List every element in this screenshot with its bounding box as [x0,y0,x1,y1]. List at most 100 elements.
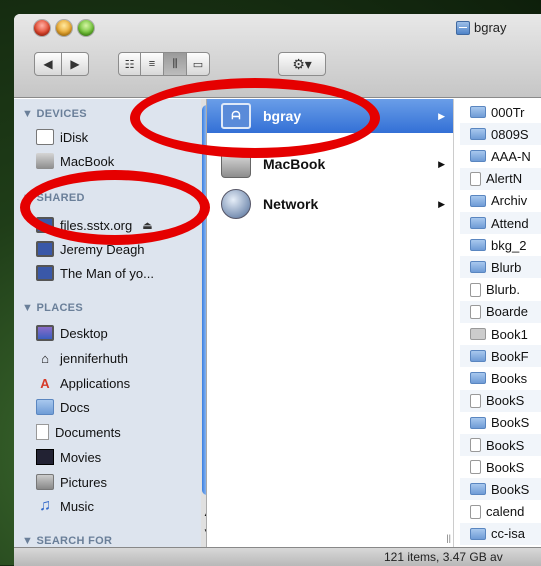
document-icon [470,171,481,186]
file-row[interactable]: Boarde [460,300,541,323]
disclosure-arrow-icon: ▶ [438,158,445,169]
sidebar-item-desktop[interactable]: Desktop [36,322,108,344]
file-row[interactable]: BookS [460,434,541,456]
document-icon [36,424,49,440]
document-icon [470,460,481,475]
file-row[interactable]: 0809S [460,123,541,146]
file-label: Book1 [491,326,528,342]
minimize-button[interactable] [56,20,72,36]
file-row[interactable]: BookS [460,456,541,478]
sidebar-item-documents[interactable]: Documents [36,421,121,443]
document-icon [470,504,481,519]
folder-icon [470,194,486,207]
location-label: Network [263,196,319,212]
search-for-header[interactable]: ▼ SEARCH FOR [22,535,112,547]
sidebar-item-label: Music [60,498,94,514]
sidebar-item-docs[interactable]: Docs [36,396,90,418]
sidebar-item-label: Pictures [60,474,107,490]
icon-view-button[interactable]: ☷ [118,52,141,76]
applications-icon: A [40,375,50,391]
file-row[interactable]: Archiv [460,190,541,212]
sidebar-item-music[interactable]: ♫ Music [36,495,94,517]
column-view-button[interactable]: ⫼ [164,52,187,76]
document-icon [470,282,481,297]
folder-icon [470,372,486,385]
close-button[interactable] [34,20,50,36]
file-row[interactable]: AlertN [460,167,541,190]
document-icon [470,438,481,452]
film-icon [36,449,54,465]
file-label: Blurb. [486,282,520,298]
column-resize-handle[interactable]: || [446,533,451,543]
file-row[interactable]: bkg_2 [460,234,541,256]
list-view-button[interactable]: ≡ [141,52,164,76]
sidebar-item-home[interactable]: ⌂ jenniferhuth [36,347,128,369]
file-row[interactable]: Blurb [460,256,541,279]
file-label: AAA-N [491,148,531,164]
monitor-icon [36,265,54,281]
file-row[interactable]: Attend [460,212,541,234]
folder-icon [36,399,54,415]
file-label: cc-isa [491,526,525,542]
sidebar-item-pictures[interactable]: Pictures [36,471,107,493]
places-header[interactable]: ▼ PLACES [22,302,83,314]
file-row[interactable]: Blurb. [460,279,541,301]
window-title: bgray [456,20,507,35]
folder-icon [470,527,486,540]
sidebar-item-label: Movies [60,449,102,465]
forward-button[interactable]: ▶ [61,52,89,76]
location-label: MacBook [263,156,326,172]
file-label: bkg_2 [491,237,527,253]
folder-icon [470,150,486,163]
file-row[interactable]: BookS [460,389,541,412]
file-row[interactable]: 000Tr [460,101,541,123]
sidebar-item-label: Docs [60,399,90,415]
window-title-text: bgray [474,20,507,35]
coverflow-view-button[interactable]: ▭ [187,52,210,76]
sidebar-item-applications[interactable]: A Applications [36,372,130,394]
file-row[interactable]: Book1 [460,323,541,345]
folder-icon [470,106,486,118]
folder-icon [470,350,486,363]
action-gear-button[interactable]: ⚙▾ [278,52,326,76]
sidebar-item-label: iDisk [60,129,89,145]
sidebar-item-label: Documents [55,424,121,440]
file-label: Blurb [491,259,522,275]
file-row[interactable]: BookS [460,412,541,434]
file-label: BookS [486,459,525,475]
folder-icon [470,239,486,252]
file-row[interactable]: Books [460,367,541,389]
status-text: 121 items, 3.47 GB av [384,550,503,564]
sidebar-item-label: MacBook [60,153,115,169]
folder-icon [470,328,486,340]
file-row[interactable]: BookS [460,478,541,501]
file-row[interactable]: cc-isa [460,522,541,545]
folder-icon [470,217,486,229]
back-button[interactable]: ◀ [34,52,62,76]
sidebar-item-movies[interactable]: Movies [36,446,101,468]
zoom-button[interactable] [78,20,94,36]
desktop-icon [36,325,54,341]
sidebar-item-idisk[interactable]: iDisk [36,126,88,148]
file-row[interactable]: AAA-N [460,145,541,167]
sidebar-item-macbook[interactable]: MacBook [36,150,114,172]
file-row[interactable]: calend [460,501,541,523]
file-label: BookS [486,393,525,409]
sidebar-item-man-of-yo[interactable]: The Man of yo... [36,262,154,284]
status-bar: 121 items, 3.47 GB av [14,547,541,566]
annotation-oval-files-sstx [20,170,210,245]
file-row[interactable]: BookF [460,345,541,368]
devices-header[interactable]: ▼ DEVICES [22,108,87,120]
column-locations: ᗩ bgray ▶ MacBook ▶ Network ▶ || [207,99,454,547]
file-label: BookS [491,481,530,497]
sidebar-item-label: jenniferhuth [60,350,128,366]
location-item-network[interactable]: Network ▶ [207,187,453,221]
file-label: BookS [486,437,525,453]
sidebar-item-label: The Man of yo... [60,265,154,281]
file-label: Boarde [486,304,528,320]
annotation-oval-bgray [130,78,380,158]
file-label: 000Tr [491,104,525,120]
disclosure-arrow-icon: ▶ [438,198,445,209]
sidebar: ▼ DEVICES iDisk MacBook ▼ SHARED files.s… [14,99,207,547]
document-icon [470,304,481,319]
